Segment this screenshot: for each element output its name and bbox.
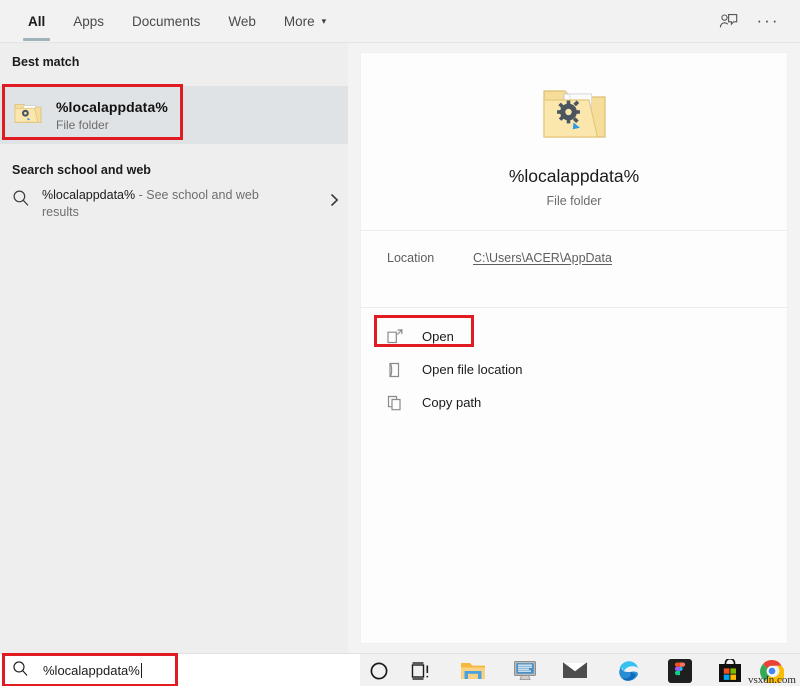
- action-open-file-location-label: Open file location: [422, 362, 522, 377]
- action-copy-path[interactable]: Copy path: [361, 386, 787, 419]
- action-copy-path-label: Copy path: [422, 395, 481, 410]
- tab-web[interactable]: Web: [214, 0, 270, 43]
- action-open-label: Open: [422, 329, 454, 344]
- ellipsis-glyph: ···: [757, 16, 780, 26]
- tab-apps[interactable]: Apps: [59, 0, 118, 43]
- tab-all-label: All: [28, 14, 45, 29]
- results-pane: Best match %localappdata% File folder Se…: [0, 43, 348, 653]
- location-link[interactable]: C:\Users\ACER\AppData: [473, 251, 612, 265]
- search-input-value: %localappdata%: [43, 663, 142, 678]
- best-match-title: %localappdata%: [56, 99, 168, 115]
- microsoft-store-icon[interactable]: [713, 654, 747, 686]
- text-cursor: [141, 663, 142, 678]
- web-search-query: %localappdata%: [42, 188, 135, 202]
- best-match-result[interactable]: %localappdata% File folder: [0, 86, 348, 144]
- search-input-text: %localappdata%: [43, 663, 140, 678]
- chevron-down-icon: ▾: [322, 16, 327, 27]
- location-row: Location C:\Users\ACER\AppData: [361, 231, 787, 285]
- cortana-icon[interactable]: [362, 654, 396, 686]
- web-search-result[interactable]: %localappdata% - See school and web resu…: [0, 179, 348, 235]
- detail-hero: %localappdata% File folder: [361, 53, 787, 208]
- search-overlay: All Apps Documents Web More ▾: [0, 0, 800, 686]
- action-list: Open Open file location: [361, 308, 787, 419]
- tab-apps-label: Apps: [73, 14, 104, 29]
- tab-bar-actions: ···: [710, 5, 800, 37]
- tab-more-label: More: [284, 14, 315, 29]
- chevron-right-icon[interactable]: [329, 187, 340, 212]
- file-explorer-icon[interactable]: [456, 654, 490, 686]
- action-open[interactable]: Open: [361, 320, 787, 353]
- folder-settings-large-icon: [539, 79, 609, 150]
- remote-desktop-icon[interactable]: [508, 654, 542, 686]
- location-label: Location: [387, 251, 473, 265]
- copy-icon: [387, 394, 404, 411]
- person-feedback-icon[interactable]: [710, 5, 746, 37]
- folder-open-icon: [387, 361, 404, 378]
- task-view-icon[interactable]: [405, 654, 439, 686]
- bottom-bar: %localappdata%: [0, 653, 800, 686]
- web-search-text: %localappdata% - See school and web resu…: [42, 187, 292, 221]
- tab-web-label: Web: [228, 14, 256, 29]
- best-match-subtitle: File folder: [56, 118, 168, 132]
- detail-title: %localappdata%: [509, 166, 639, 187]
- edge-icon[interactable]: [611, 654, 645, 686]
- tab-documents-label: Documents: [132, 14, 200, 29]
- taskbar: vsxdn.com: [360, 654, 800, 686]
- best-match-texts: %localappdata% File folder: [56, 99, 168, 132]
- tab-more[interactable]: More ▾: [270, 0, 340, 43]
- action-open-file-location[interactable]: Open file location: [361, 353, 787, 386]
- detail-subtitle: File folder: [547, 194, 602, 208]
- tab-all[interactable]: All: [14, 0, 59, 43]
- tab-list: All Apps Documents Web More ▾: [0, 0, 340, 43]
- ellipsis-icon[interactable]: ···: [750, 5, 786, 37]
- figma-icon[interactable]: [663, 654, 697, 686]
- tab-bar: All Apps Documents Web More ▾: [0, 0, 800, 43]
- folder-settings-icon: [13, 99, 43, 132]
- open-external-icon: [387, 328, 404, 345]
- tab-documents[interactable]: Documents: [118, 0, 214, 43]
- search-icon: [12, 660, 29, 682]
- watermark: vsxdn.com: [748, 674, 796, 686]
- mail-icon[interactable]: [558, 654, 592, 686]
- search-icon: [12, 187, 30, 212]
- detail-card: %localappdata% File folder Location C:\U…: [360, 52, 788, 644]
- best-match-heading: Best match: [0, 43, 348, 77]
- search-input[interactable]: %localappdata%: [0, 654, 360, 686]
